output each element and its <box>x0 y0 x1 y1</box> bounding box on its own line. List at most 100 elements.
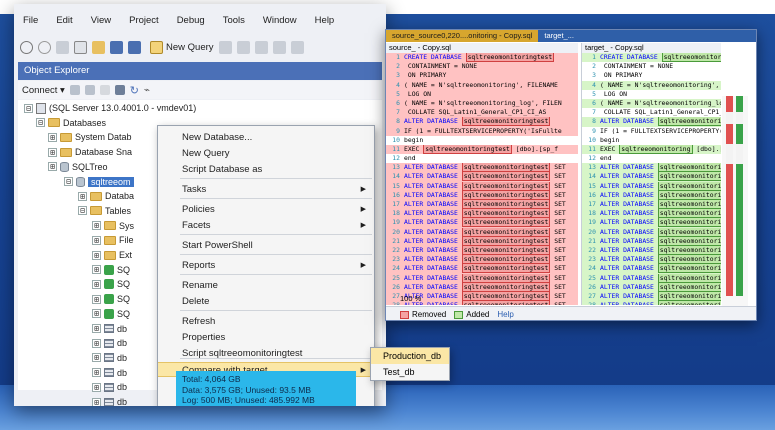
tree-node[interactable]: ⊞ SQ <box>92 277 130 291</box>
target-code-line: 28ALTER DATABASE sqltreeomonitoring SE <box>582 301 721 305</box>
expander-icon[interactable]: ⊞ <box>92 294 101 304</box>
tree-node[interactable]: ⊟ Tables <box>78 204 131 218</box>
expander-icon[interactable]: ⊞ <box>92 309 101 319</box>
expander-icon[interactable]: ⊟ <box>64 177 73 186</box>
tree-node[interactable]: ⊞ Ext <box>92 248 132 262</box>
expander-icon[interactable]: ⊞ <box>92 368 101 378</box>
context-menu-item[interactable]: Reports ▶ <box>158 258 374 273</box>
menu-item-view[interactable]: View <box>82 12 120 30</box>
expander-icon[interactable]: ⊞ <box>92 265 101 275</box>
graph-icon <box>104 308 114 319</box>
expander-icon[interactable]: ⊞ <box>92 338 101 348</box>
menu-item-project[interactable]: Project <box>120 12 168 30</box>
tree-node[interactable]: ⊞ Database Sna <box>48 145 132 159</box>
menu-item-file[interactable]: File <box>14 12 47 30</box>
tree-node[interactable]: ⊞ db <box>92 351 127 365</box>
context-menu-item[interactable]: New Query <box>158 146 374 161</box>
expander-icon[interactable]: ⊞ <box>92 279 101 289</box>
expander-icon[interactable]: ⊞ <box>78 191 87 201</box>
expander-icon[interactable]: ⊞ <box>92 221 101 231</box>
context-menu-item[interactable]: New Database... <box>158 130 374 145</box>
menu-item-window[interactable]: Window <box>254 12 306 30</box>
context-menu-item[interactable]: Delete <box>158 294 374 309</box>
save-icon[interactable] <box>110 40 123 54</box>
tree-node[interactable]: ⊞ Databa <box>78 189 134 203</box>
tree-node[interactable]: ⊞ db <box>92 336 127 350</box>
tab-target[interactable]: target_... <box>538 30 580 42</box>
open-folder-icon[interactable] <box>92 40 105 54</box>
source-code-line: 17 ALTER DATABASE sqltreeomonitoringtest … <box>386 200 578 210</box>
expander-icon[interactable]: ⊞ <box>48 132 57 142</box>
expander-icon[interactable]: ⊞ <box>92 353 101 363</box>
tree-node[interactable]: ⊞ SQ <box>92 263 130 277</box>
help-link[interactable]: Help <box>497 310 513 319</box>
tree-node[interactable]: ⊟ sqltreeom <box>64 175 134 189</box>
target-pane[interactable]: target_ - Copy.sql 1 CREATE DATABASE sqlt… <box>581 43 721 305</box>
tools-icon[interactable] <box>56 40 69 54</box>
expander-icon[interactable]: ⊞ <box>48 147 57 157</box>
forward-icon[interactable] <box>38 40 51 54</box>
tree-node[interactable]: ⊞ SQLTreo <box>48 160 108 174</box>
diff-overview-map[interactable] <box>722 96 748 306</box>
tree-node[interactable]: ⊞ Sys <box>92 219 134 233</box>
query-icon[interactable] <box>218 40 232 54</box>
context-menu-item[interactable]: Properties <box>158 330 374 345</box>
expander-icon[interactable]: ⊞ <box>92 250 101 260</box>
source-code-line: 25 ALTER DATABASE sqltreeomonitoringtest … <box>386 273 578 283</box>
source-pane[interactable]: source_ - Copy.sql 1 CREATE DATABASE sqlt… <box>386 43 578 305</box>
menu-item-edit[interactable]: Edit <box>47 12 81 30</box>
context-menu-item[interactable]: Start PowerShell <box>158 238 374 253</box>
expander-icon[interactable]: ⊞ <box>92 397 101 406</box>
menu-item-tools[interactable]: Tools <box>214 12 254 30</box>
expander-icon[interactable]: ⊞ <box>92 235 101 245</box>
menu-item-debug[interactable]: Debug <box>168 12 214 30</box>
context-menu-item[interactable]: Tasks ▶ <box>158 182 374 197</box>
tree-node[interactable]: ⊞ db <box>92 366 127 380</box>
disconnect-icon[interactable] <box>84 85 95 95</box>
tree-node[interactable]: ⊞ db <box>92 322 127 336</box>
source-code-line: 16 ALTER DATABASE sqltreeomonitoringtest … <box>386 190 578 200</box>
context-menu-item[interactable]: Rename <box>158 278 374 293</box>
expander-icon[interactable]: ⊞ <box>48 162 57 172</box>
tree-node[interactable]: ⊟ (SQL Server 13.0.4001.0 - vmdev01) <box>24 101 196 115</box>
menu-item-help[interactable]: Help <box>306 12 344 30</box>
tree-node-label: db <box>117 323 128 334</box>
submenu-item-production-db[interactable]: Production_db <box>371 348 449 364</box>
save-all-icon[interactable] <box>128 40 141 54</box>
tree-node[interactable]: ⊞ db <box>92 380 127 394</box>
tree-node[interactable]: ⊞ SQ <box>92 307 130 321</box>
tree-node[interactable]: ⊞ db <box>92 395 127 406</box>
back-icon[interactable] <box>20 40 33 54</box>
query4-icon[interactable] <box>272 40 286 54</box>
stop-icon[interactable] <box>99 85 110 95</box>
filter-icon[interactable] <box>114 85 125 95</box>
activity-icon[interactable]: ⌁ <box>144 85 150 96</box>
tree-node[interactable]: ⊞ File <box>92 233 134 247</box>
context-menu-item[interactable]: Facets ▶ <box>158 218 374 233</box>
submenu-arrow-icon: ▶ <box>360 206 366 213</box>
expander-icon[interactable]: ⊟ <box>78 206 87 216</box>
zoom-level[interactable]: 100 % <box>400 294 421 303</box>
tree-node[interactable]: ⊞ SQ <box>92 292 130 306</box>
expander-icon[interactable]: ⊟ <box>36 118 45 128</box>
context-menu-item[interactable]: Policies ▶ <box>158 202 374 217</box>
tree-node[interactable]: ⊟ Databases <box>36 116 106 130</box>
context-menu-item[interactable]: Script sqltreeomonitoringtest <box>158 346 374 361</box>
context-menu-item[interactable]: Refresh <box>158 314 374 329</box>
expander-icon[interactable]: ⊞ <box>92 382 101 392</box>
connect-button[interactable]: Connect ▾ <box>22 85 65 96</box>
new-file-icon[interactable] <box>74 40 87 54</box>
tab-source[interactable]: source_source0,220....onitoring - Copy.s… <box>386 30 539 42</box>
cut-icon[interactable] <box>290 40 304 54</box>
context-menu-item[interactable]: Script Database as <box>158 162 374 177</box>
expander-icon[interactable]: ⊟ <box>24 103 33 113</box>
target-code-line: 1CREATE DATABASE sqltreeomonitoring <box>582 53 721 63</box>
submenu-item-test-db[interactable]: Test_db <box>371 364 449 380</box>
query3-icon[interactable] <box>254 40 268 54</box>
tree-node[interactable]: ⊞ System Datab <box>48 130 132 144</box>
expander-icon[interactable]: ⊞ <box>92 324 101 333</box>
refresh-icon[interactable]: ↻ <box>130 84 139 97</box>
connect-icon[interactable] <box>69 85 80 95</box>
new-query-button[interactable]: New Query <box>150 40 214 54</box>
query2-icon[interactable] <box>236 40 250 54</box>
